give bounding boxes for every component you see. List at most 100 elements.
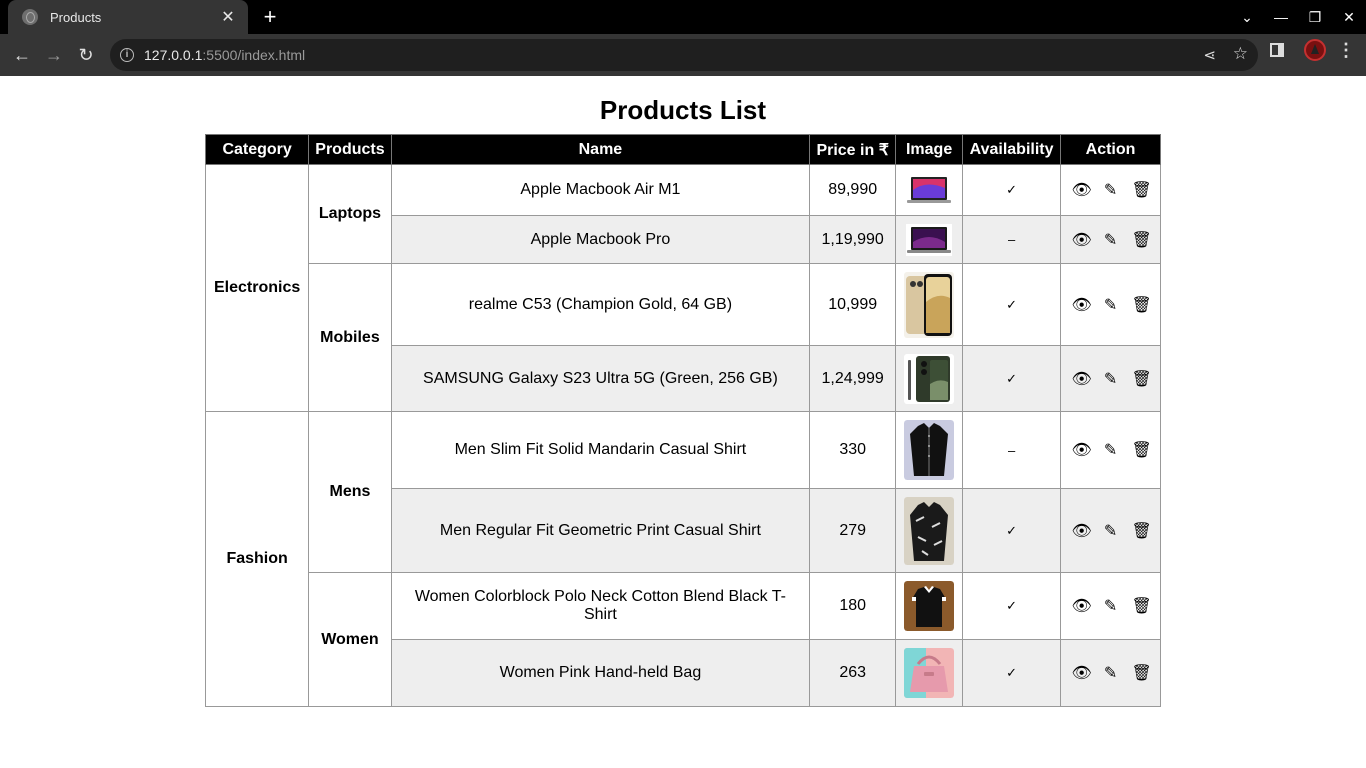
header-category: Category (204, 134, 310, 165)
availability-value: ✓ (962, 488, 1062, 573)
bookmark-star-icon[interactable]: ☆ (1233, 44, 1248, 64)
side-panel-icon[interactable] (1270, 43, 1284, 57)
url-path: :5500/index.html (202, 47, 306, 63)
product-price: 330 (809, 411, 897, 489)
availability-value: ✓ (962, 572, 1062, 640)
product-image-cell (895, 572, 964, 640)
product-group-cell: Laptops (308, 164, 392, 264)
table-row: Women Women Colorblock Polo Neck Cotton … (206, 572, 1161, 707)
forward-button[interactable]: → (38, 39, 70, 71)
product-price: 1,19,990 (809, 215, 897, 264)
product-price: 10,999 (809, 263, 897, 346)
action-cell: 👁 ✎ 🗑 (1060, 572, 1161, 640)
shirt-black-image (904, 420, 955, 480)
product-name: realme C53 (Champion Gold, 64 GB) (390, 263, 811, 346)
globe-icon (22, 9, 38, 25)
page-title: Products List (599, 95, 767, 125)
product-price: 279 (809, 488, 897, 573)
back-button[interactable]: ← (6, 39, 38, 71)
window-controls: ⌄ — ❐ ✕ (1230, 0, 1366, 34)
product-image-cell (895, 639, 964, 707)
product-image-cell (895, 215, 964, 264)
product-image-cell (895, 488, 964, 573)
profile-avatar[interactable] (1304, 39, 1326, 61)
category-cell: Fashion (204, 411, 310, 707)
pencil-icon[interactable]: ✎ (1102, 663, 1120, 683)
category-cell: Electronics (204, 164, 310, 412)
bag-image (904, 648, 955, 698)
availability-value: ✓ (962, 345, 1062, 412)
product-group-cell: Women (308, 572, 392, 707)
availability-value: ✓ (962, 639, 1062, 707)
header-products: Products (308, 134, 392, 165)
minimize-button[interactable]: — (1264, 9, 1298, 25)
site-info-icon[interactable]: i (120, 48, 134, 62)
pencil-icon[interactable]: ✎ (1102, 521, 1120, 541)
trash-icon[interactable]: 🗑 (1132, 521, 1152, 541)
product-group-cell: Mens (308, 411, 392, 573)
eye-icon[interactable]: 👁 (1072, 230, 1092, 250)
action-cell: 👁 ✎ 🗑 (1060, 263, 1161, 346)
trash-icon[interactable]: 🗑 (1132, 369, 1152, 389)
close-tab-icon[interactable]: ✕ (218, 7, 238, 27)
eye-icon[interactable]: 👁 (1072, 596, 1092, 616)
laptop-pro-image (906, 223, 953, 256)
action-cell: 👁 ✎ 🗑 (1060, 164, 1161, 216)
eye-icon[interactable]: 👁 (1072, 180, 1092, 200)
trash-icon[interactable]: 🗑 (1132, 180, 1152, 200)
table-row: Electronics Laptops Apple Macbook Air M1… (204, 164, 1161, 412)
share-icon[interactable]: ⋖ (1203, 46, 1216, 64)
pencil-icon[interactable]: ✎ (1102, 596, 1120, 616)
trash-icon[interactable]: 🗑 (1132, 596, 1152, 616)
eye-icon[interactable]: 👁 (1072, 521, 1092, 541)
table-header-row: Category Products Name Price in ₹ Image … (204, 134, 1161, 165)
trash-icon[interactable]: 🗑 (1132, 440, 1152, 460)
eye-icon[interactable]: 👁 (1072, 663, 1092, 683)
header-name: Name (390, 134, 811, 165)
availability-value: – (962, 411, 1062, 489)
pencil-icon[interactable]: ✎ (1102, 230, 1120, 250)
reload-button[interactable]: ↻ (70, 39, 102, 71)
eye-icon[interactable]: 👁 (1072, 440, 1092, 460)
restore-button[interactable]: ❐ (1298, 9, 1332, 26)
product-name: Men Slim Fit Solid Mandarin Casual Shirt (390, 411, 811, 489)
product-image-cell (895, 411, 964, 489)
eye-icon[interactable]: 👁 (1072, 295, 1092, 315)
page-content: Products List Category Products Name Pri… (0, 76, 1366, 768)
browser-toolbar: ← → ↻ i 127.0.0.1 :5500/index.html ⋖ ☆ ⋮ (0, 34, 1366, 76)
new-tab-button[interactable]: + (258, 4, 282, 30)
shirt-print-image (904, 496, 955, 565)
product-image-cell (895, 164, 964, 216)
browser-menu-icon[interactable]: ⋮ (1336, 40, 1356, 61)
action-cell: 👁 ✎ 🗑 (1060, 488, 1161, 573)
products-table: Category Products Name Price in ₹ Image … (204, 134, 1161, 707)
tab-title: Products (50, 9, 102, 25)
availability-value: ✓ (962, 164, 1062, 216)
tab-search-icon[interactable]: ⌄ (1230, 9, 1264, 26)
header-availability: Availability (962, 134, 1062, 165)
product-name: Apple Macbook Pro (390, 215, 811, 264)
action-cell: 👁 ✎ 🗑 (1060, 639, 1161, 707)
pencil-icon[interactable]: ✎ (1102, 440, 1120, 460)
table-row: Mobiles realme C53 (Champion Gold, 64 GB… (206, 263, 1161, 412)
availability-value: ✓ (962, 263, 1062, 346)
product-name: SAMSUNG Galaxy S23 Ultra 5G (Green, 256 … (390, 345, 811, 412)
product-price: 263 (809, 639, 897, 707)
action-cell: 👁 ✎ 🗑 (1060, 411, 1161, 489)
pencil-icon[interactable]: ✎ (1102, 180, 1120, 200)
trash-icon[interactable]: 🗑 (1132, 663, 1152, 683)
trash-icon[interactable]: 🗑 (1132, 295, 1152, 315)
pencil-icon[interactable]: ✎ (1102, 369, 1120, 389)
tshirt-image (904, 581, 955, 631)
phone-gold-image (904, 271, 955, 338)
eye-icon[interactable]: 👁 (1072, 369, 1092, 389)
browser-titlebar: Products ✕ + ⌄ — ❐ ✕ (0, 0, 1366, 34)
action-cell: 👁 ✎ 🗑 (1060, 215, 1161, 264)
product-price: 180 (809, 572, 897, 640)
pencil-icon[interactable]: ✎ (1102, 295, 1120, 315)
address-bar[interactable]: i 127.0.0.1 :5500/index.html ⋖ ☆ (110, 39, 1258, 71)
browser-tab[interactable]: Products ✕ (8, 0, 248, 34)
trash-icon[interactable]: 🗑 (1132, 230, 1152, 250)
close-window-button[interactable]: ✕ (1332, 9, 1366, 26)
phone-green-image (904, 353, 955, 404)
